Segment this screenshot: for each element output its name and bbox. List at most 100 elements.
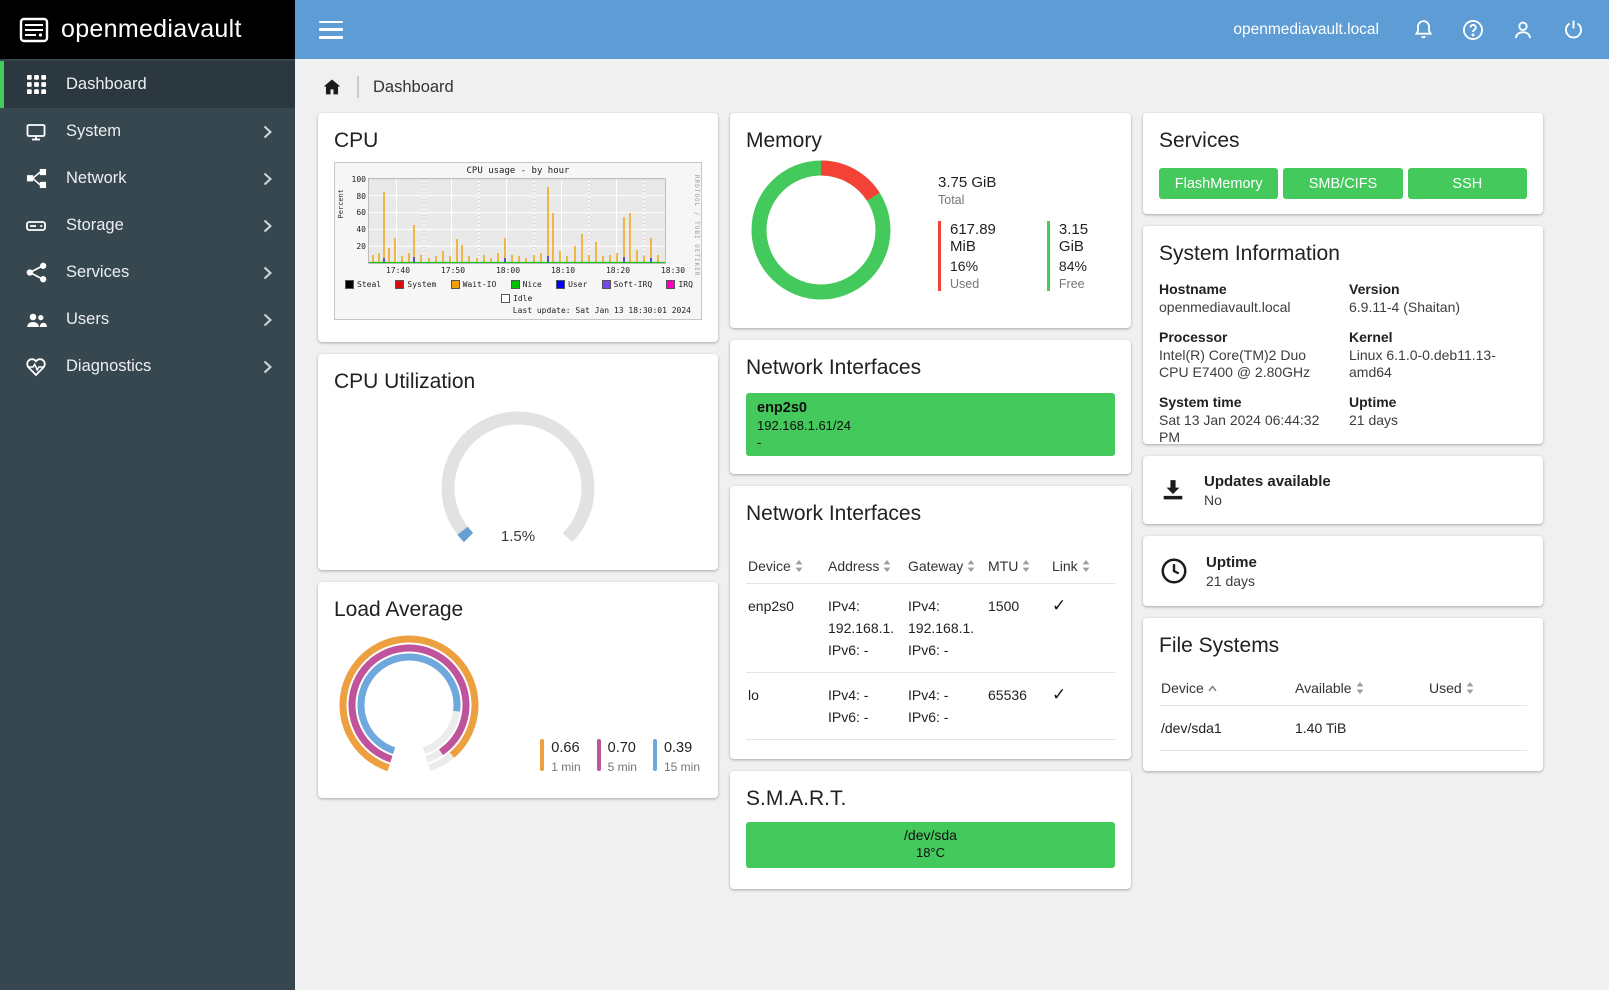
column-1: CPU CPU usage - by hour RRDTOOL / TOBI O…: [318, 113, 718, 798]
chevron-right-icon: [263, 219, 275, 232]
smart-device-tile: /dev/sda 18°C: [746, 822, 1115, 868]
link-check-icon: ✓: [1052, 596, 1067, 615]
field-label: Version: [1349, 281, 1400, 297]
breadcrumb-page: Dashboard: [373, 77, 454, 96]
field-value: 6.9.11-4 (Shaitan): [1349, 299, 1461, 315]
load-label: 15 min: [663, 760, 700, 774]
memory-free-label: Free: [1058, 276, 1085, 291]
column-header-used[interactable]: Used: [1429, 680, 1529, 696]
column-header-device[interactable]: Device: [1161, 680, 1295, 696]
gateway-ipv4: IPv4: -: [908, 687, 949, 703]
widget-title: Load Average: [334, 598, 464, 621]
sidebar-item-label: Diagnostics: [66, 357, 152, 375]
widget-title: Services: [1159, 129, 1240, 152]
column-header-gateway[interactable]: Gateway: [908, 558, 988, 574]
cell-device: /dev/sda1: [1161, 720, 1222, 736]
services-widget: Services FlashMemory SMB/CIFS SSH: [1143, 113, 1543, 214]
menu-toggle-button[interactable]: [319, 20, 345, 40]
sysinfo-field: Version 6.9.11-4 (Shaitan): [1349, 281, 1527, 316]
sidebar-item-dashboard[interactable]: Dashboard: [0, 61, 295, 108]
sidebar-item-label: Users: [66, 310, 110, 328]
user-button[interactable]: [1509, 16, 1537, 44]
column-header-available[interactable]: Available: [1295, 680, 1429, 696]
address-ipv4: IPv4: -: [828, 687, 869, 703]
network-interface-tile: enp2s0 192.168.1.61/24 -: [746, 393, 1115, 456]
rrd-xtick: 18:30: [660, 266, 686, 275]
dashboard-icon: [24, 73, 48, 97]
home-icon[interactable]: [321, 76, 343, 98]
logo-text: openmediavault: [61, 15, 242, 43]
cpu-rrd-graph: CPU usage - by hour RRDTOOL / TOBI OETIK…: [334, 162, 702, 320]
cell-address: IPv4: - IPv6: -: [828, 684, 908, 728]
rrd-plot-area: [368, 178, 666, 264]
address-ipv6: IPv6: -: [828, 709, 869, 725]
load-value: 0.70: [607, 740, 636, 756]
load-bar-15min: [652, 739, 657, 771]
smart-device-temp: 18°C: [915, 845, 946, 860]
cpu-widget: CPU CPU usage - by hour RRDTOOL / TOBI O…: [318, 113, 718, 342]
load-label: 1 min: [551, 760, 581, 774]
widget-title: File Systems: [1159, 634, 1280, 657]
table-header-row: Device Address Gateway MTU Link: [746, 548, 1115, 584]
service-badges: FlashMemory SMB/CIFS SSH: [1159, 168, 1527, 199]
widget-title: S.M.A.R.T.: [746, 787, 847, 810]
sidebar-item-system[interactable]: System: [0, 108, 295, 155]
logo[interactable]: openmediavault: [0, 0, 295, 59]
sidebar-item-diagnostics[interactable]: Diagnostics: [0, 343, 295, 390]
sidebar-item-network[interactable]: Network: [0, 155, 295, 202]
rrd-ytick: 100: [351, 175, 366, 184]
power-icon: [1562, 18, 1585, 41]
rrd-ytick: 80: [356, 192, 366, 201]
memory-free-value: 3.15 GiB: [1058, 220, 1089, 255]
sidebar-item-storage[interactable]: Storage: [0, 202, 295, 249]
updates-value: No: [1204, 491, 1222, 508]
cell-mtu: 65536: [988, 687, 1027, 703]
legend-item: Nice: [510, 280, 542, 289]
dashboard-grid: CPU CPU usage - by hour RRDTOOL / TOBI O…: [295, 98, 1609, 889]
sysinfo-field: System time Sat 13 Jan 2024 06:44:32 PM: [1159, 394, 1337, 444]
sort-asc-icon: [1208, 684, 1217, 691]
widget-title: System Information: [1159, 242, 1340, 265]
interface-extra: -: [757, 435, 762, 450]
service-badge-ssh: SSH: [1407, 168, 1527, 199]
column-header-link[interactable]: Link: [1052, 558, 1100, 574]
notifications-button[interactable]: [1409, 16, 1437, 44]
rrd-legend-idle: Idle: [501, 294, 532, 303]
cpu-utilization-gauge: 1.5%: [433, 410, 603, 570]
cpu-utilization-widget: CPU Utilization 1.5%: [318, 354, 718, 570]
field-value: openmediavault.local: [1159, 299, 1291, 315]
memory-used: 617.89 MiB 16% Used: [938, 220, 1023, 291]
rrd-ytick: 20: [356, 242, 366, 251]
memory-used-percent: 16%: [950, 257, 979, 274]
rrd-xtick: 18:00: [495, 266, 521, 275]
file-systems-widget: File Systems Device Available Used /dev/…: [1143, 618, 1543, 771]
updates-title: Updates available: [1204, 472, 1331, 490]
column-header-mtu[interactable]: MTU: [988, 558, 1052, 574]
column-header-label: MTU: [988, 558, 1019, 574]
gateway-ipv6: IPv6: -: [908, 642, 949, 658]
network-interfaces-table: Device Address Gateway MTU Link enp2s0 I…: [746, 548, 1115, 740]
chevron-right-icon: [263, 172, 275, 185]
legend-label: User: [568, 280, 588, 289]
column-header-address[interactable]: Address: [828, 558, 908, 574]
help-button[interactable]: [1459, 16, 1487, 44]
power-button[interactable]: [1559, 16, 1587, 44]
sidebar-item-users[interactable]: Users: [0, 296, 295, 343]
table-row: /dev/sda1 1.40 TiB 2.17 TiB: [1159, 706, 1527, 751]
load-average-gauge: [334, 630, 484, 780]
field-label: Processor: [1159, 329, 1228, 345]
sidebar-item-label: Dashboard: [66, 75, 147, 93]
sidebar-item-label: System: [66, 122, 122, 140]
storage-icon: [24, 214, 48, 238]
cell-mtu: 1500: [988, 598, 1020, 614]
column-header-device[interactable]: Device: [748, 558, 828, 574]
column-2: Memory 3.75 GiB Total 617.89 MiB 16% Use…: [730, 113, 1131, 889]
service-badge-flashmemory: FlashMemory: [1159, 168, 1279, 199]
load-stat: 0.70 5 min: [596, 739, 637, 774]
field-value: Intel(R) Core(TM)2 Duo CPU E7400 @ 2.80G…: [1159, 347, 1311, 380]
field-value: 21 days: [1349, 412, 1399, 428]
sidebar-item-services[interactable]: Services: [0, 249, 295, 296]
topbar-right: openmediavault.local: [1233, 16, 1587, 44]
file-systems-table: Device Available Used /dev/sda1 1.40 TiB…: [1159, 670, 1527, 751]
interface-address: 192.168.1.61/24: [757, 418, 851, 433]
